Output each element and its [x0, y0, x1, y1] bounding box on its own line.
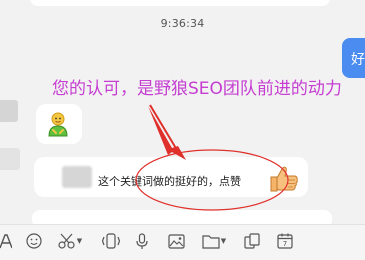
chevron-down-icon[interactable]: ▼ [221, 237, 226, 245]
emoji-icon[interactable] [25, 229, 43, 253]
microphone-icon[interactable] [134, 229, 150, 253]
input-toolbar: ▼ ▼ 7 [0, 224, 365, 260]
font-icon[interactable] [0, 229, 12, 253]
avatar[interactable] [0, 100, 18, 122]
chat-area: 9:36:34 好 这个关键词做的挺好的，点赞 [0, 0, 365, 224]
blurred-sender-name [62, 166, 92, 188]
annotation-text: 您的认可，是野狼SEO团队前进的动力 [52, 79, 342, 99]
scissors-icon[interactable]: ▼ [56, 229, 84, 253]
shake-icon[interactable] [101, 229, 121, 253]
emoji-message-bubble[interactable] [36, 104, 82, 144]
thumbs-up-emoji-icon [270, 166, 298, 192]
image-icon[interactable] [166, 229, 186, 253]
folder-icon[interactable]: ▼ [200, 229, 228, 253]
avatar[interactable] [0, 148, 20, 170]
message-timestamp: 9:36:34 [160, 17, 205, 30]
person-emoji-icon [48, 112, 68, 137]
next-message-bubble[interactable] [32, 210, 332, 224]
svg-text:7: 7 [283, 240, 287, 248]
sent-message-text: 好 [351, 51, 365, 67]
previous-message-bubble[interactable] [30, 0, 330, 6]
chevron-down-icon[interactable]: ▼ [77, 237, 82, 245]
received-message-text: 这个关键词做的挺好的，点赞 [98, 176, 241, 188]
calendar-icon[interactable]: 7 [276, 229, 294, 253]
screenshot-icon[interactable] [243, 229, 261, 253]
sent-message-bubble[interactable]: 好 [342, 38, 365, 78]
